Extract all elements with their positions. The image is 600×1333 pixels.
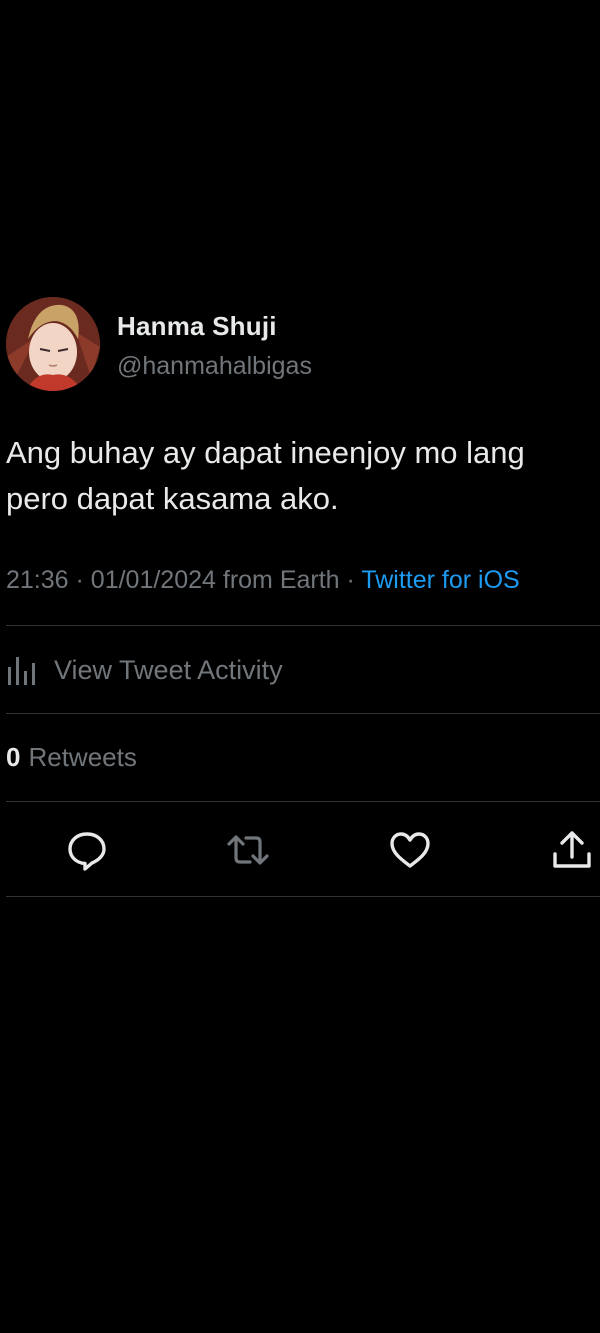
view-tweet-activity-button[interactable]: View Tweet Activity <box>6 650 283 690</box>
retweets-label: Retweets <box>28 742 137 772</box>
tweet-location: from Earth <box>222 566 340 594</box>
meta-separator: · <box>346 566 355 594</box>
view-tweet-activity-label: View Tweet Activity <box>54 654 283 685</box>
reply-icon <box>68 832 106 871</box>
tweet-date: 01/01/2024 <box>90 566 216 594</box>
heart-icon <box>390 832 430 868</box>
analytics-icon <box>8 657 35 685</box>
divider <box>6 801 600 802</box>
like-button[interactable] <box>388 828 432 872</box>
retweets-count[interactable]: 0 Retweets <box>6 742 137 773</box>
divider <box>6 896 600 897</box>
share-icon <box>553 831 591 868</box>
tweet-source-link[interactable]: Twitter for iOS <box>361 566 519 594</box>
tweet-text-line: pero dapat kasama ako. <box>6 481 339 516</box>
divider <box>6 713 600 714</box>
retweet-button[interactable] <box>226 828 270 872</box>
author-handle[interactable]: @hanmahalbigas <box>117 352 312 381</box>
tweet-time: 21:36 <box>6 566 69 594</box>
reply-button[interactable] <box>65 828 109 872</box>
share-button[interactable] <box>550 828 594 872</box>
tweet-text: Ang buhay ay dapat ineenjoy mo lang pero… <box>6 430 600 522</box>
tweet-text-line: Ang buhay ay dapat ineenjoy mo lang <box>6 435 525 470</box>
divider <box>6 625 600 626</box>
retweets-number: 0 <box>6 742 21 772</box>
tweet-metadata: 21:36 · 01/01/2024 from Earth · Twitter … <box>6 566 600 595</box>
meta-separator: · <box>75 566 84 594</box>
retweet-icon <box>227 835 269 865</box>
avatar[interactable] <box>6 297 100 391</box>
author-display-name[interactable]: Hanma Shuji <box>117 311 277 342</box>
